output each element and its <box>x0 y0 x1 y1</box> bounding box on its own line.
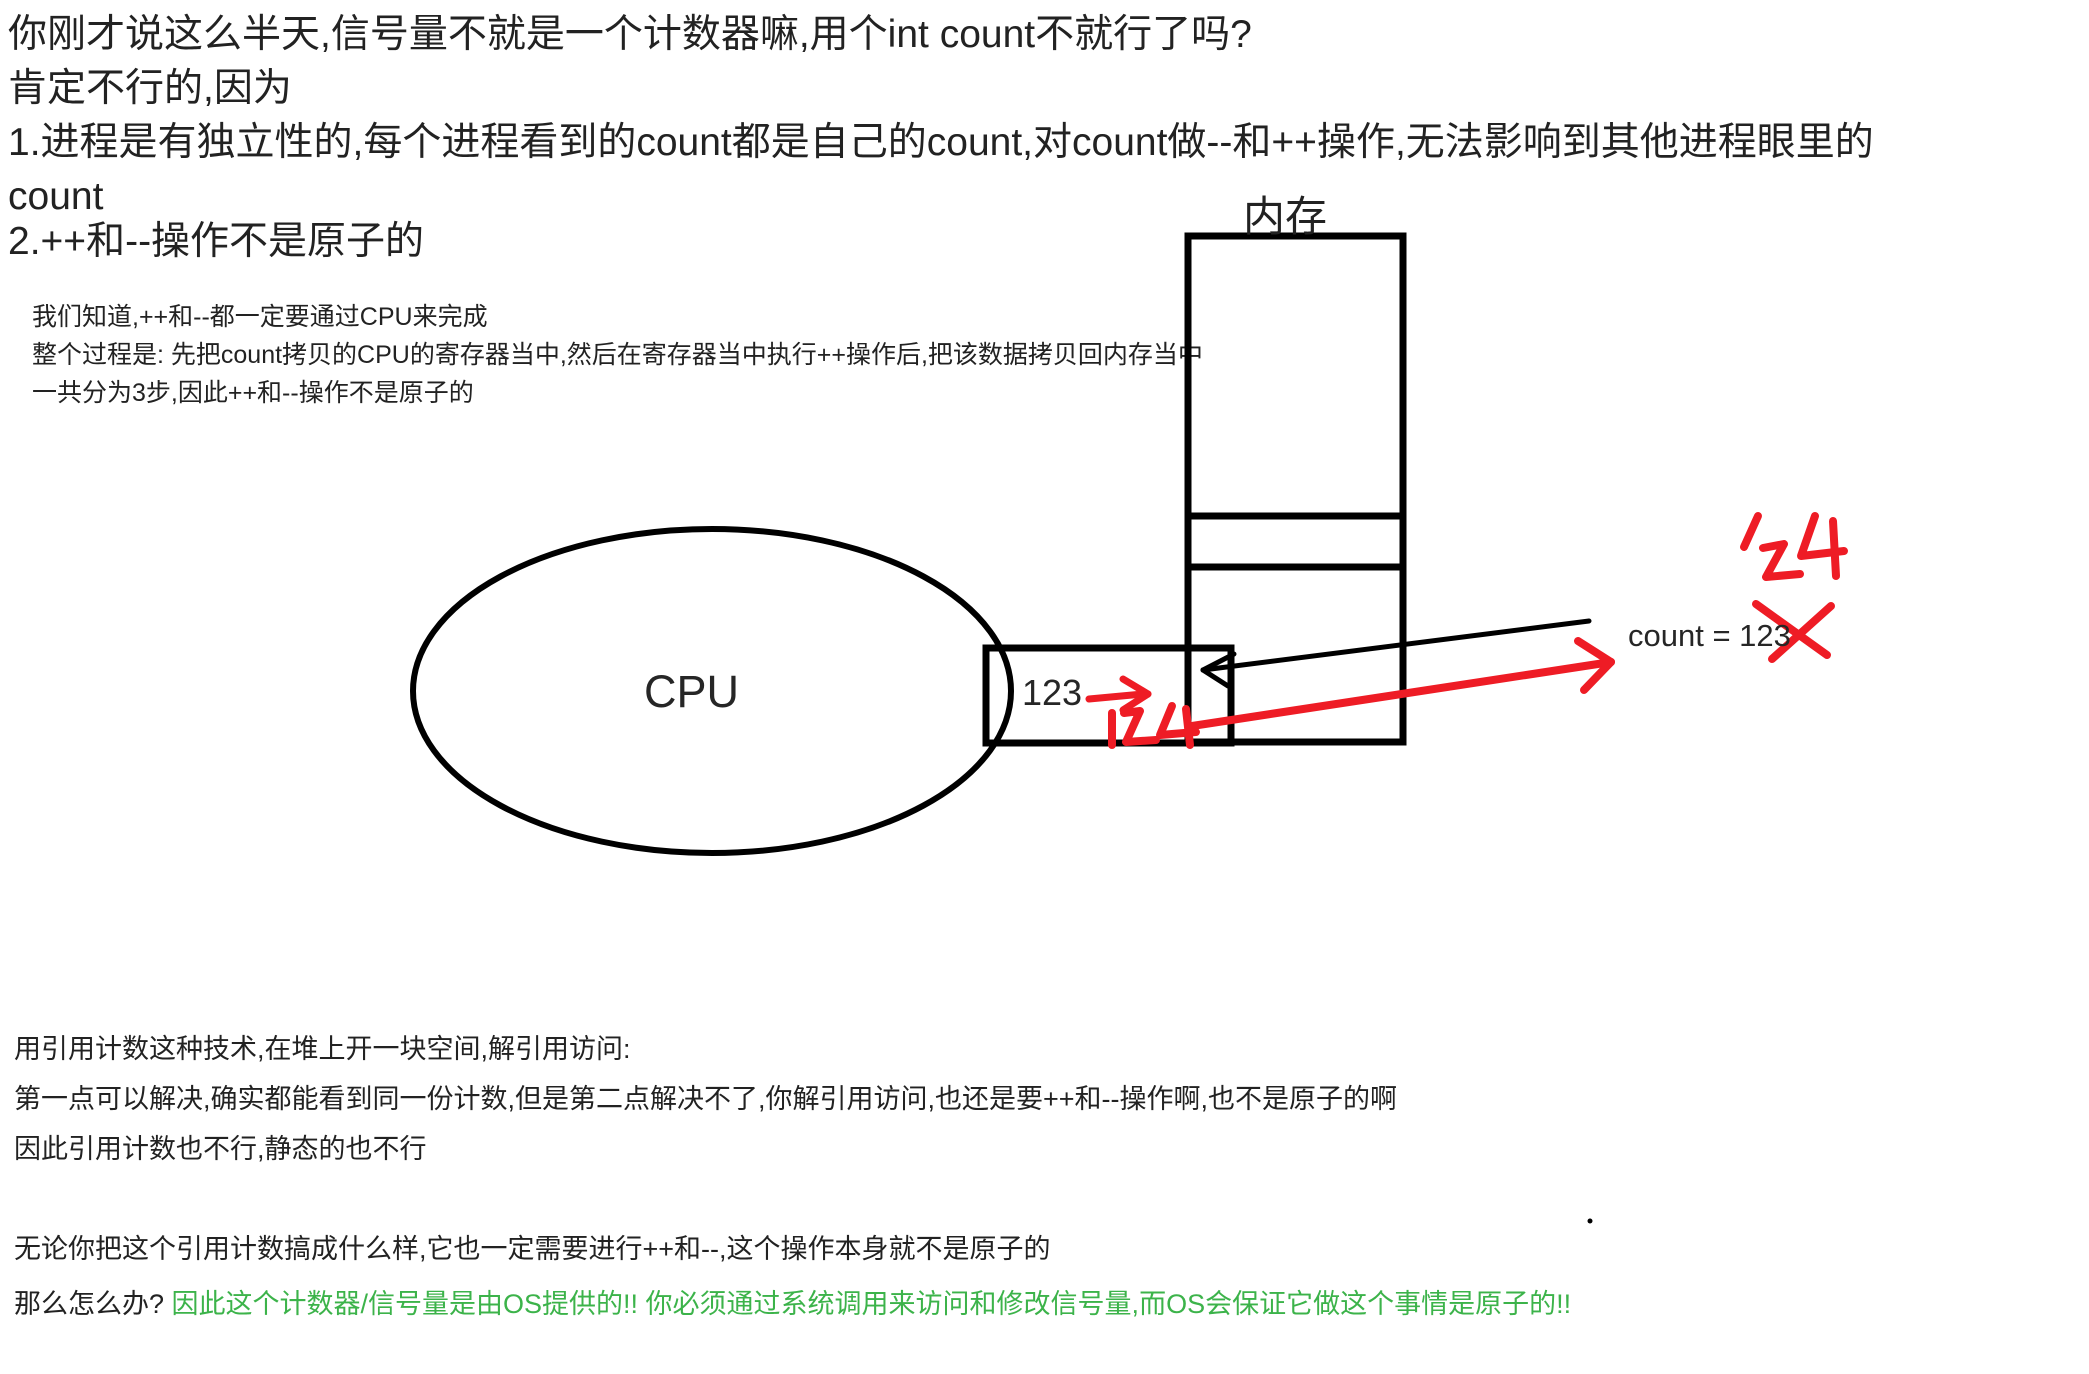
final-line: 那么怎么办? 因此这个计数器/信号量是由OS提供的!! 你必须通过系统调用来访问… <box>14 1291 1571 1318</box>
conclusion-line-3: 因此引用计数也不行,静态的也不行 <box>14 1134 427 1164</box>
note-line-3: 一共分为3步,因此++和--操作不是原子的 <box>32 379 474 407</box>
intro-line-4: count <box>8 175 104 218</box>
conclusion-line-1: 用引用计数这种技术,在堆上开一块空间,解引用访问: <box>14 1034 631 1064</box>
intro-line-2: 肯定不行的,因为 <box>8 67 292 110</box>
final-question: 那么怎么办? <box>14 1289 165 1319</box>
register-red-arrow <box>1085 675 1152 714</box>
memory-box <box>1184 232 1407 746</box>
intro-line-1: 你刚才说这么半天,信号量不就是一个计数器嘛,用个int count不就行了吗? <box>8 13 1252 56</box>
memory-title: 内存 <box>1243 193 1328 240</box>
memory-new-value-handwritten <box>1740 512 1848 581</box>
cpu-label: CPU <box>644 666 740 717</box>
note-line-1: 我们知道,++和--都一定要通过CPU来完成 <box>32 303 488 331</box>
notes-page: 你刚才说这么半天,信号量不就是一个计数器嘛,用个int count不就行了吗? … <box>0 0 2089 1374</box>
note-line-2: 整个过程是: 先把count拷贝的CPU的寄存器当中,然后在寄存器当中执行++操… <box>32 341 1203 369</box>
register-old-value: 123 <box>1022 672 1083 713</box>
conclusion-line-2: 第一点可以解决,确实都能看到同一份计数,但是第二点解决不了,你解引用访问,也还是… <box>14 1084 1398 1114</box>
register-new-value-handwritten <box>1108 702 1200 749</box>
load-arrow <box>1200 618 1592 689</box>
intro-line-3: 1.进程是有独立性的,每个进程看到的count都是自己的count,对count… <box>8 121 1874 164</box>
intro-line-5: 2.++和--操作不是原子的 <box>8 220 425 263</box>
conclusion-line-4: 无论你把这个引用计数搞成什么样,它也一定需要进行++和--,这个操作本身就不是原… <box>14 1234 1051 1264</box>
store-arrow <box>1188 637 1615 730</box>
memory-cell-text: count = 123 <box>1628 618 1791 653</box>
final-answer: 因此这个计数器/信号量是由OS提供的!! 你必须通过系统调用来访问和修改信号量,… <box>171 1289 1572 1319</box>
